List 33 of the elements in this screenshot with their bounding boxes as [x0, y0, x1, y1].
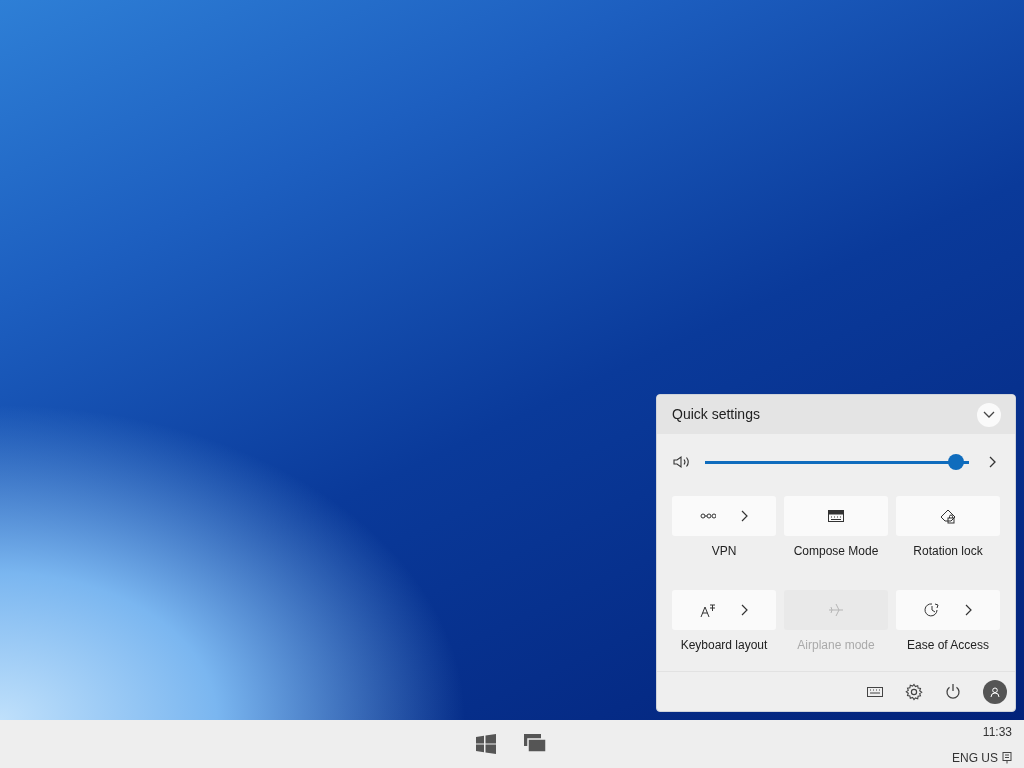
chevron-right-icon [964, 604, 972, 616]
task-view-icon[interactable] [524, 734, 546, 752]
keyboard-icon[interactable] [867, 686, 883, 697]
quick-toggle-tile[interactable] [672, 590, 776, 630]
power-icon[interactable] [945, 683, 961, 700]
quick-toggle-tile[interactable] [896, 496, 1000, 536]
vpn-icon [700, 511, 716, 521]
panel-title: Quick settings [672, 405, 760, 424]
tile-label: Compose Mode [792, 543, 880, 560]
settings-icon[interactable] [905, 682, 923, 701]
user-avatar[interactable] [983, 679, 1007, 704]
chevron-down-icon [983, 410, 995, 419]
airplane-icon [828, 602, 844, 618]
quick-toggle-tile[interactable] [784, 496, 888, 536]
slider-thumb[interactable] [948, 454, 965, 470]
clock-time[interactable]: 11:33 [952, 723, 1012, 741]
keyboard-key-icon[interactable] [1002, 752, 1012, 764]
language-indicator[interactable]: ENG US [952, 749, 998, 767]
compose-keyboard-icon [828, 510, 844, 522]
tile-label: Rotation lock [912, 543, 984, 560]
tile-label: VPN [710, 543, 738, 560]
tile-label: Airplane mode [796, 637, 876, 654]
quick-toggle-tile[interactable] [896, 590, 1000, 630]
chevron-right-icon [740, 510, 748, 522]
windows-logo-icon[interactable] [476, 734, 496, 754]
clock-arrow-icon [924, 602, 940, 618]
rotation-lock-icon [940, 508, 956, 524]
quick-toggle-tile[interactable] [672, 496, 776, 536]
chevron-right-icon [740, 604, 748, 616]
speaker-icon [673, 455, 691, 469]
tile-label: Keyboard layout [679, 637, 769, 654]
tile-label: Ease of Access [905, 637, 990, 654]
text-character-icon [700, 602, 716, 618]
